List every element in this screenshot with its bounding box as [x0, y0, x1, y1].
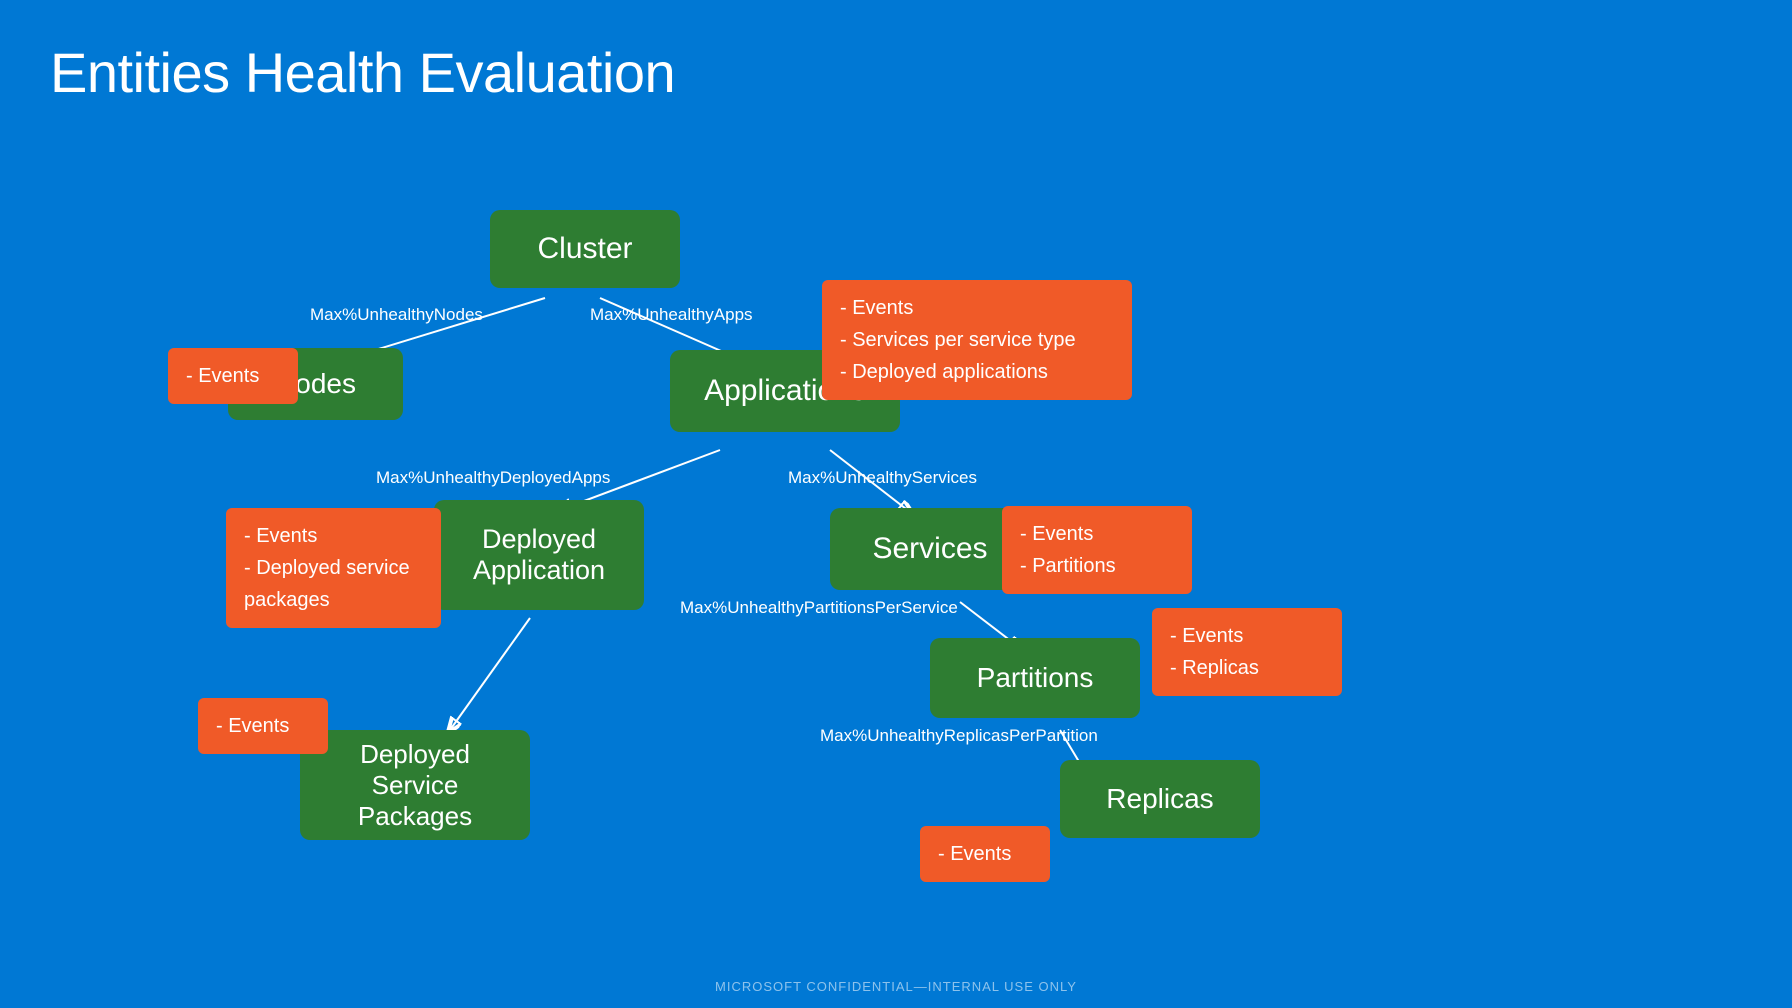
deployed-service-packages-node: Deployed Service Packages — [300, 730, 530, 840]
label-max-unhealthy-deployed-apps: Max%UnhealthyDeployedApps — [376, 468, 610, 488]
page-title: Entities Health Evaluation — [50, 40, 675, 105]
diagram-arrows — [0, 0, 1792, 1008]
deployed-app-detail-box: Events Deployed service packages — [226, 508, 441, 628]
nodes-events-box: Events — [168, 348, 298, 404]
label-max-unhealthy-nodes: Max%UnhealthyNodes — [310, 305, 483, 325]
deployed-application-node: Deployed Application — [434, 500, 644, 610]
cluster-node: Cluster — [490, 210, 680, 288]
applications-detail-box: Events Services per service type Deploye… — [822, 280, 1132, 400]
footer-text: MICROSOFT CONFIDENTIAL—INTERNAL USE ONLY — [715, 979, 1077, 994]
label-max-unhealthy-partitions-per-service: Max%UnhealthyPartitionsPerService — [680, 598, 958, 618]
replicas-events-box: Events — [920, 826, 1050, 882]
services-node: Services — [830, 508, 1030, 590]
label-max-unhealthy-services: Max%UnhealthyServices — [788, 468, 977, 488]
deployed-sp-events-box: Events — [198, 698, 328, 754]
partitions-detail-box: Events Replicas — [1152, 608, 1342, 696]
services-detail-box: Events Partitions — [1002, 506, 1192, 594]
replicas-node: Replicas — [1060, 760, 1260, 838]
label-max-unhealthy-replicas-per-partition: Max%UnhealthyReplicasPerPartition — [820, 726, 1098, 746]
label-max-unhealthy-apps: Max%UnhealthyApps — [590, 305, 753, 325]
partitions-node: Partitions — [930, 638, 1140, 718]
